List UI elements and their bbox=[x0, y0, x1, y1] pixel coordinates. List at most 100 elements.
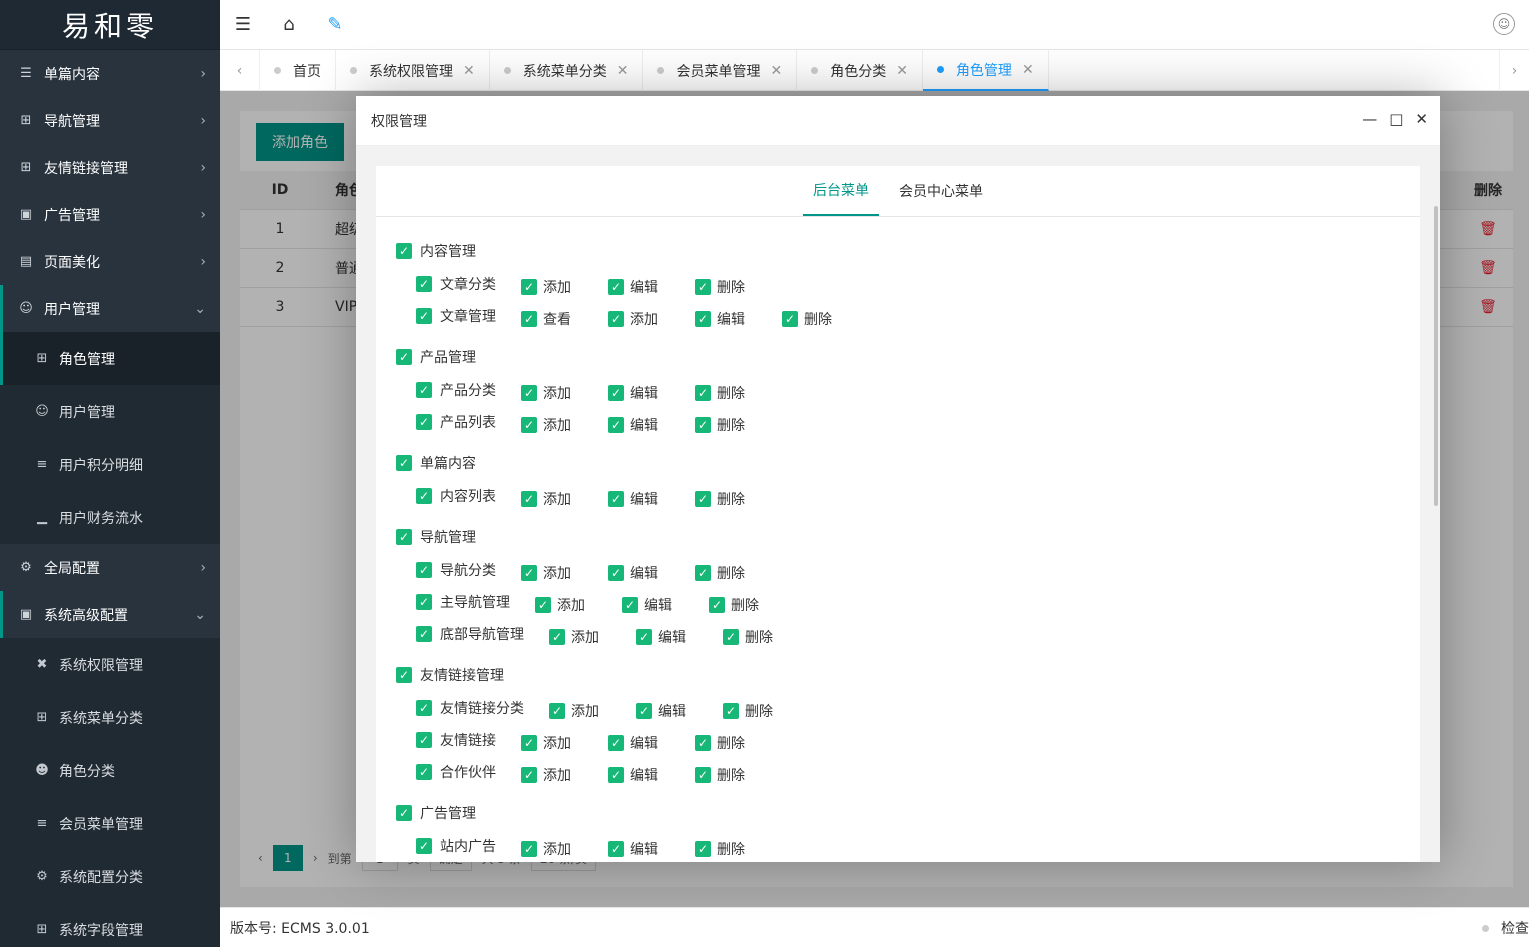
tab-close-icon[interactable]: ✕ bbox=[1022, 62, 1034, 78]
checkbox-checked-icon[interactable]: ✓ bbox=[695, 735, 711, 751]
checkbox-checked-icon[interactable]: ✓ bbox=[695, 767, 711, 783]
tab-close-icon[interactable]: ✕ bbox=[617, 63, 629, 79]
maximize-icon[interactable]: □ bbox=[1389, 110, 1403, 128]
sidebar-item-1[interactable]: ⊞ 导航管理 › bbox=[0, 97, 220, 144]
tab-3[interactable]: 会员菜单管理 ✕ bbox=[643, 50, 798, 91]
section-checkbox[interactable]: ✓ 合作伙伴 bbox=[416, 762, 496, 782]
action-checkbox[interactable]: ✓ 编辑 bbox=[608, 563, 658, 583]
checkbox-checked-icon[interactable]: ✓ bbox=[695, 311, 711, 327]
checkbox-checked-icon[interactable]: ✓ bbox=[396, 455, 412, 471]
group-checkbox[interactable]: ✓ 单篇内容 bbox=[396, 453, 476, 473]
checkbox-checked-icon[interactable]: ✓ bbox=[416, 488, 432, 504]
action-checkbox[interactable]: ✓ 编辑 bbox=[608, 765, 658, 785]
checkbox-checked-icon[interactable]: ✓ bbox=[396, 805, 412, 821]
checkbox-checked-icon[interactable]: ✓ bbox=[416, 276, 432, 292]
section-checkbox[interactable]: ✓ 友情链接分类 bbox=[416, 698, 524, 718]
action-checkbox[interactable]: ✓ 查看 bbox=[521, 309, 571, 329]
tab-1[interactable]: 系统权限管理 ✕ bbox=[336, 50, 490, 91]
checkbox-checked-icon[interactable]: ✓ bbox=[396, 667, 412, 683]
checkbox-checked-icon[interactable]: ✓ bbox=[416, 414, 432, 430]
sidebar-subitem-3[interactable]: ≡ 会员菜单管理 bbox=[0, 797, 220, 850]
checkbox-checked-icon[interactable]: ✓ bbox=[416, 838, 432, 854]
sidebar-item-4[interactable]: ▤ 页面美化 › bbox=[0, 238, 220, 285]
checkbox-checked-icon[interactable]: ✓ bbox=[608, 841, 624, 857]
sidebar-item-3[interactable]: ▣ 广告管理 › bbox=[0, 191, 220, 238]
action-checkbox[interactable]: ✓ 删除 bbox=[695, 277, 745, 297]
action-checkbox[interactable]: ✓ 添加 bbox=[549, 627, 599, 647]
tab-4[interactable]: 角色分类 ✕ bbox=[797, 50, 923, 91]
checkbox-checked-icon[interactable]: ✓ bbox=[535, 597, 551, 613]
group-checkbox[interactable]: ✓ 友情链接管理 bbox=[396, 665, 504, 685]
checkbox-checked-icon[interactable]: ✓ bbox=[608, 311, 624, 327]
sidebar-subitem-0[interactable]: ✖ 系统权限管理 bbox=[0, 638, 220, 691]
tab-5[interactable]: 角色管理 ✕ bbox=[922, 50, 1049, 91]
sidebar-group-advanced-config[interactable]: ▣ 系统高级配置 ⌄ bbox=[0, 591, 220, 638]
section-checkbox[interactable]: ✓ 产品列表 bbox=[416, 412, 496, 432]
checkbox-checked-icon[interactable]: ✓ bbox=[416, 764, 432, 780]
sidebar-subitem-1[interactable]: ⊞ 系统菜单分类 bbox=[0, 691, 220, 744]
group-checkbox[interactable]: ✓ 导航管理 bbox=[396, 527, 476, 547]
footer-right-label[interactable]: 检查 bbox=[1501, 918, 1529, 938]
action-checkbox[interactable]: ✓ 删除 bbox=[723, 627, 773, 647]
checkbox-checked-icon[interactable]: ✓ bbox=[636, 703, 652, 719]
action-checkbox[interactable]: ✓ 删除 bbox=[695, 563, 745, 583]
checkbox-checked-icon[interactable]: ✓ bbox=[608, 279, 624, 295]
action-checkbox[interactable]: ✓ 编辑 bbox=[622, 595, 672, 615]
section-checkbox[interactable]: ✓ 文章分类 bbox=[416, 274, 496, 294]
tabs-scroll-left-icon[interactable]: ‹ bbox=[220, 50, 260, 91]
checkbox-checked-icon[interactable]: ✓ bbox=[416, 382, 432, 398]
action-checkbox[interactable]: ✓ 添加 bbox=[521, 765, 571, 785]
checkbox-checked-icon[interactable]: ✓ bbox=[695, 841, 711, 857]
action-checkbox[interactable]: ✓ 编辑 bbox=[608, 277, 658, 297]
checkbox-checked-icon[interactable]: ✓ bbox=[416, 626, 432, 642]
action-checkbox[interactable]: ✓ 添加 bbox=[608, 309, 658, 329]
sidebar-subitem-5[interactable]: ⊞ 系统字段管理 bbox=[0, 903, 220, 947]
checkbox-checked-icon[interactable]: ✓ bbox=[521, 565, 537, 581]
checkbox-checked-icon[interactable]: ✓ bbox=[416, 700, 432, 716]
menu-collapse-icon[interactable]: ☰ bbox=[220, 0, 266, 50]
group-checkbox[interactable]: ✓ 内容管理 bbox=[396, 241, 476, 261]
action-checkbox[interactable]: ✓ 编辑 bbox=[608, 415, 658, 435]
checkbox-checked-icon[interactable]: ✓ bbox=[416, 594, 432, 610]
section-checkbox[interactable]: ✓ 产品分类 bbox=[416, 380, 496, 400]
checkbox-checked-icon[interactable]: ✓ bbox=[608, 385, 624, 401]
checkbox-checked-icon[interactable]: ✓ bbox=[416, 732, 432, 748]
scrollbar[interactable] bbox=[1434, 206, 1438, 506]
tab-close-icon[interactable]: ✕ bbox=[770, 63, 782, 79]
minimize-icon[interactable]: — bbox=[1362, 110, 1377, 128]
checkbox-checked-icon[interactable]: ✓ bbox=[608, 417, 624, 433]
sidebar-subitem-2[interactable]: ☻ 角色分类 bbox=[0, 744, 220, 797]
action-checkbox[interactable]: ✓ 添加 bbox=[535, 595, 585, 615]
checkbox-checked-icon[interactable]: ✓ bbox=[695, 385, 711, 401]
checkbox-checked-icon[interactable]: ✓ bbox=[549, 629, 565, 645]
checkbox-checked-icon[interactable]: ✓ bbox=[782, 311, 798, 327]
sidebar-subitem-0[interactable]: ⊞ 角色管理 bbox=[0, 332, 220, 385]
action-checkbox[interactable]: ✓ 删除 bbox=[695, 415, 745, 435]
action-checkbox[interactable]: ✓ 删除 bbox=[695, 733, 745, 753]
checkbox-checked-icon[interactable]: ✓ bbox=[695, 279, 711, 295]
home-icon[interactable]: ⌂ bbox=[266, 0, 312, 50]
checkbox-checked-icon[interactable]: ✓ bbox=[521, 385, 537, 401]
checkbox-checked-icon[interactable]: ✓ bbox=[608, 491, 624, 507]
close-icon[interactable]: ✕ bbox=[1415, 110, 1428, 128]
action-checkbox[interactable]: ✓ 添加 bbox=[549, 701, 599, 721]
checkbox-checked-icon[interactable]: ✓ bbox=[695, 491, 711, 507]
checkbox-checked-icon[interactable]: ✓ bbox=[608, 735, 624, 751]
checkbox-checked-icon[interactable]: ✓ bbox=[549, 703, 565, 719]
checkbox-checked-icon[interactable]: ✓ bbox=[695, 417, 711, 433]
checkbox-checked-icon[interactable]: ✓ bbox=[608, 767, 624, 783]
permission-tab-1[interactable]: 会员中心菜单 bbox=[889, 166, 993, 216]
action-checkbox[interactable]: ✓ 删除 bbox=[695, 765, 745, 785]
eraser-icon[interactable]: ✎ bbox=[312, 0, 358, 50]
action-checkbox[interactable]: ✓ 编辑 bbox=[608, 489, 658, 509]
group-checkbox[interactable]: ✓ 广告管理 bbox=[396, 803, 476, 823]
section-checkbox[interactable]: ✓ 内容列表 bbox=[416, 486, 496, 506]
section-checkbox[interactable]: ✓ 底部导航管理 bbox=[416, 624, 524, 644]
checkbox-checked-icon[interactable]: ✓ bbox=[636, 629, 652, 645]
action-checkbox[interactable]: ✓ 删除 bbox=[695, 839, 745, 859]
sidebar-subitem-4[interactable]: ⚙ 系统配置分类 bbox=[0, 850, 220, 903]
action-checkbox[interactable]: ✓ 删除 bbox=[695, 383, 745, 403]
section-checkbox[interactable]: ✓ 站内广告 bbox=[416, 836, 496, 856]
action-checkbox[interactable]: ✓ 删除 bbox=[695, 489, 745, 509]
action-checkbox[interactable]: ✓ 添加 bbox=[521, 733, 571, 753]
